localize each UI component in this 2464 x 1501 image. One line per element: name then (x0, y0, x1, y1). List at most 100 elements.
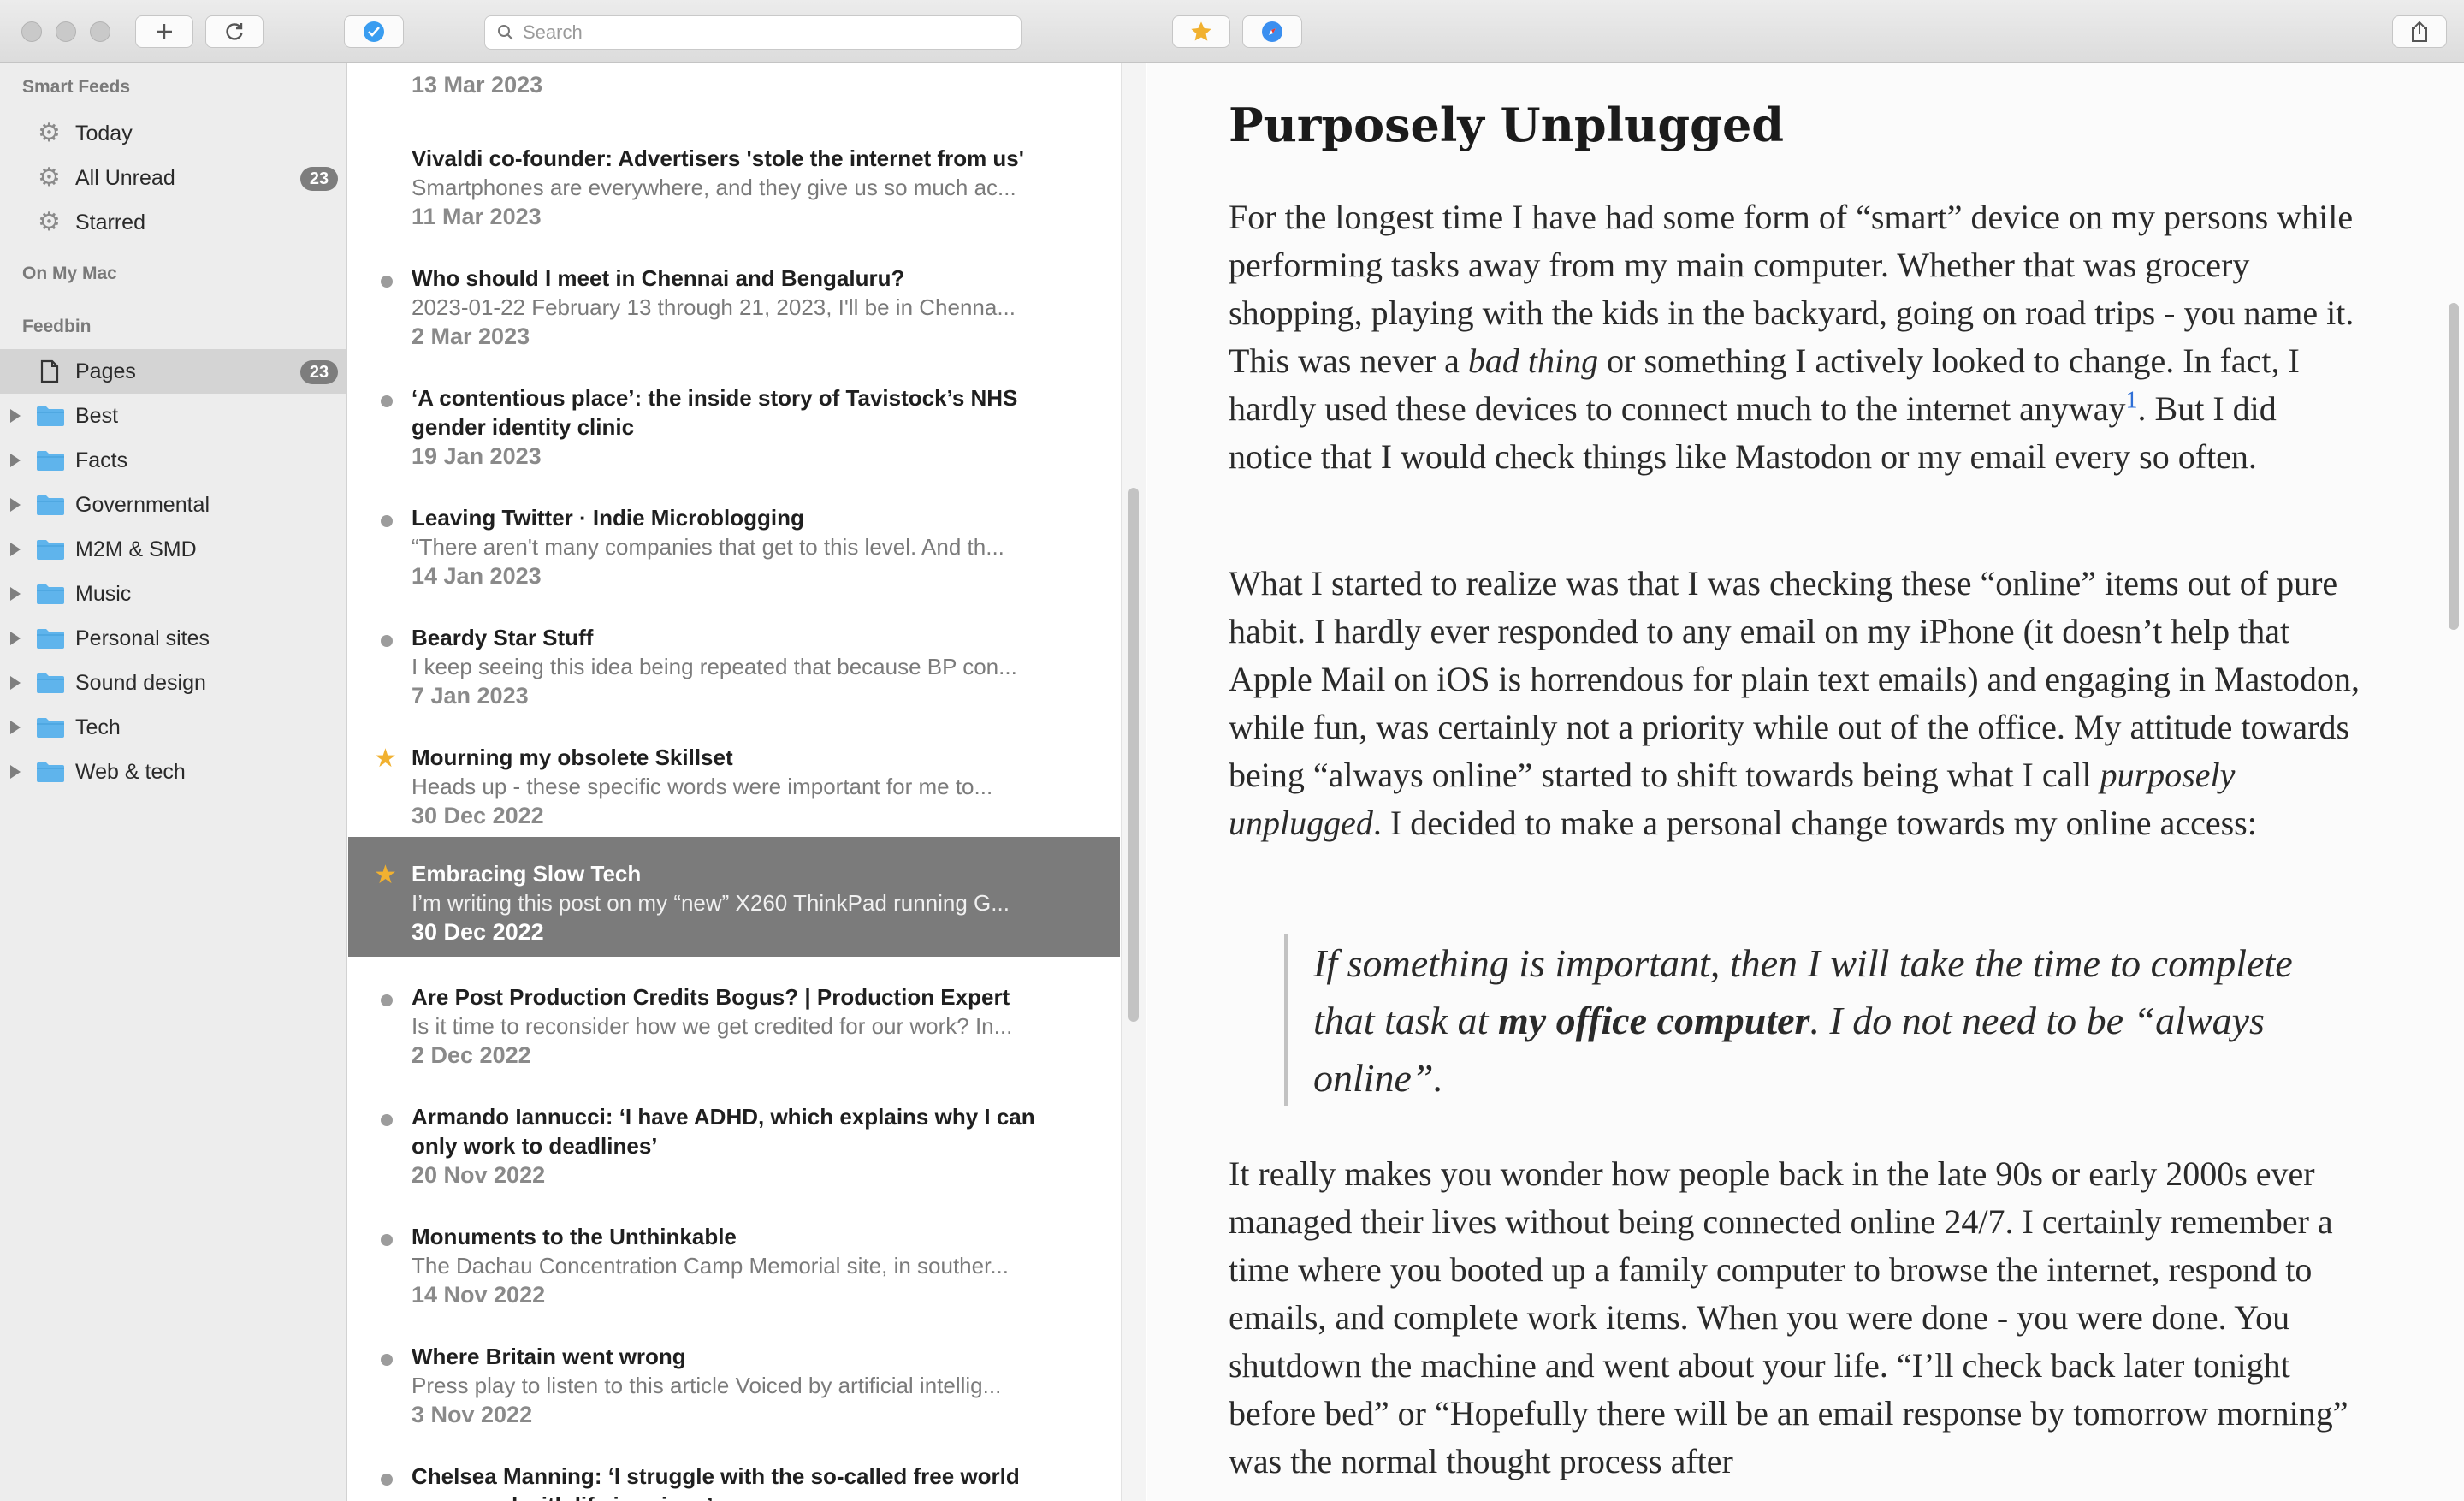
sidebar-item-starred[interactable]: ⚙ Starred (0, 200, 346, 245)
sidebar-folder[interactable]: Governmental (0, 483, 346, 527)
unread-dot (381, 1234, 393, 1246)
sidebar-item-pages[interactable]: Pages 23 (0, 349, 346, 394)
unread-dot (381, 635, 393, 647)
disclosure-triangle-icon[interactable] (10, 587, 21, 601)
list-item[interactable]: Monuments to the Unthinkable The Dachau … (348, 1210, 1120, 1330)
list-item[interactable]: Are Post Production Credits Bogus? | Pro… (348, 970, 1120, 1090)
article-title: Armando Iannucci: ‘I have ADHD, which ex… (412, 1104, 1035, 1130)
star-icon (1191, 21, 1211, 41)
disclosure-triangle-icon[interactable] (10, 721, 21, 734)
search-placeholder: Search (523, 21, 583, 43)
unread-dot (381, 994, 393, 1006)
footnote-link[interactable]: 1 (2126, 388, 2138, 414)
unread-dot (381, 515, 393, 527)
article-excerpt: I keep seeing this idea being repeated t… (412, 654, 1017, 679)
article-list[interactable]: 13 Mar 2023 Vivaldi co-founder: Advertis… (348, 63, 1120, 1501)
unread-dot (381, 395, 393, 407)
sidebar-item-today[interactable]: ⚙ Today (0, 111, 346, 156)
folder-icon (37, 629, 64, 649)
scrollbar-thumb[interactable] (1128, 488, 1139, 1022)
minimize-window-button[interactable] (56, 21, 76, 42)
article-excerpt: I’m writing this post on my “new” X260 T… (412, 890, 1010, 916)
disclosure-triangle-icon[interactable] (10, 454, 21, 467)
folder-icon (37, 540, 64, 560)
sidebar-folder[interactable]: Web & tech (0, 750, 346, 794)
gear-icon: ⚙ (38, 119, 61, 147)
list-item-selected[interactable]: ★ Embracing Slow Tech I’m writing this p… (348, 837, 1120, 957)
sidebar-folder[interactable]: Facts (0, 438, 346, 483)
article-excerpt: Is it time to reconsider how we get cred… (412, 1013, 1013, 1039)
list-item[interactable]: 13 Mar 2023 (348, 63, 1120, 132)
folder-icon (37, 495, 64, 515)
folder-icon (37, 451, 64, 471)
article-date: 20 Nov 2022 (412, 1162, 546, 1188)
sidebar-item-label: M2M & SMD (75, 537, 197, 561)
sidebar-folder[interactable]: M2M & SMD (0, 527, 346, 572)
folder-icon (37, 673, 64, 693)
sidebar-folder[interactable]: Music (0, 572, 346, 616)
article-date: 30 Dec 2022 (412, 919, 544, 945)
disclosure-triangle-icon[interactable] (10, 676, 21, 690)
article-date: 13 Mar 2023 (412, 72, 543, 98)
article-list-scrollbar[interactable] (1121, 63, 1146, 1501)
section-on-my-mac: On My Mac (22, 264, 117, 283)
list-item[interactable]: Vivaldi co-founder: Advertisers 'stole t… (348, 132, 1120, 252)
new-item-button[interactable] (135, 15, 193, 48)
open-in-browser-button[interactable] (1242, 15, 1302, 48)
sidebar-folder[interactable]: Sound design (0, 661, 346, 705)
list-item[interactable]: Armando Iannucci: ‘I have ADHD, which ex… (348, 1090, 1120, 1210)
list-item[interactable]: Who should I meet in Chennai and Bengalu… (348, 252, 1120, 371)
section-smart-feeds: Smart Feeds (22, 77, 131, 97)
list-item[interactable]: Leaving Twitter · Indie Microblogging “T… (348, 491, 1120, 611)
article-title: ‘A contentious place’: the inside story … (412, 385, 1018, 411)
disclosure-triangle-icon[interactable] (10, 498, 21, 512)
list-item[interactable]: Where Britain went wrong Press play to l… (348, 1330, 1120, 1450)
close-window-button[interactable] (21, 21, 42, 42)
refresh-icon (226, 23, 243, 40)
sidebar-folder[interactable]: Tech (0, 705, 346, 750)
sidebar-folder[interactable]: Best (0, 394, 346, 438)
article-date: 7 Jan 2023 (412, 683, 529, 709)
article-paragraph: For the longest time I have had some for… (1229, 198, 2354, 476)
article-title: Mourning my obsolete Skillset (412, 745, 733, 770)
mark-all-read-button[interactable] (344, 15, 404, 48)
article-title: Monuments to the Unthinkable (412, 1224, 737, 1249)
sidebar-item-label: Sound design (75, 670, 206, 695)
sidebar-item-label: Pages (75, 359, 136, 383)
disclosure-triangle-icon[interactable] (10, 632, 21, 645)
list-item[interactable]: Chelsea Manning: ‘I struggle with the so… (348, 1450, 1120, 1501)
article-date: 14 Nov 2022 (412, 1282, 546, 1308)
list-item[interactable]: ‘A contentious place’: the inside story … (348, 371, 1120, 491)
compass-icon (1262, 21, 1282, 42)
article-title-line2: gender identity clinic (412, 414, 635, 440)
sidebar-item-all-unread[interactable]: ⚙ All Unread 23 (0, 156, 346, 200)
sidebar-item-label: Best (75, 403, 119, 428)
star-article-button[interactable] (1172, 15, 1230, 48)
article-title-line2: compared with life in prison’ (412, 1491, 1096, 1501)
share-button[interactable] (2392, 15, 2447, 48)
search-field[interactable]: Search (484, 15, 1022, 50)
disclosure-triangle-icon[interactable] (10, 409, 21, 423)
article-date: 2 Dec 2022 (412, 1042, 531, 1068)
search-icon (498, 25, 513, 40)
page-icon (40, 359, 59, 383)
article-title: Beardy Star Stuff (412, 625, 594, 650)
folder-icon (37, 584, 64, 604)
zoom-window-button[interactable] (90, 21, 110, 42)
disclosure-triangle-icon[interactable] (10, 543, 21, 556)
list-item[interactable]: Beardy Star Stuff I keep seeing this ide… (348, 611, 1120, 731)
article-title-line2: only work to deadlines’ (412, 1133, 658, 1159)
article-date: 14 Jan 2023 (412, 563, 542, 589)
folder-icon (37, 718, 64, 738)
list-item[interactable]: ★ Mourning my obsolete Skillset Heads up… (348, 731, 1120, 851)
article-date: 19 Jan 2023 (412, 443, 542, 469)
refresh-button[interactable] (205, 15, 264, 48)
unread-dot (381, 1114, 393, 1126)
article-title: Are Post Production Credits Bogus? | Pro… (412, 984, 1010, 1010)
disclosure-triangle-icon[interactable] (10, 765, 21, 779)
article-excerpt: “There aren't many companies that get to… (412, 534, 1004, 560)
unread-dot (381, 1354, 393, 1366)
scrollbar-thumb[interactable] (2449, 303, 2459, 630)
sidebar-folder[interactable]: Personal sites (0, 616, 346, 661)
article-scrollbar[interactable] (2445, 63, 2464, 1501)
